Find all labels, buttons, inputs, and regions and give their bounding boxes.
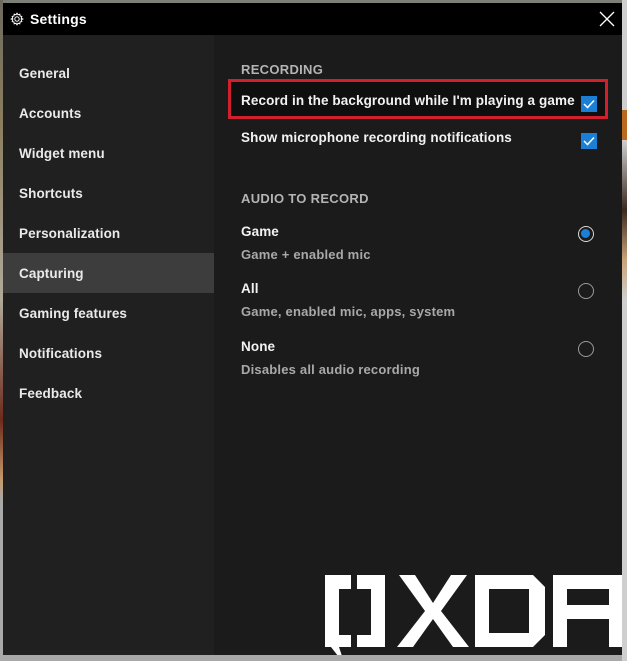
- checkmark-icon: [583, 136, 595, 146]
- sidebar-item-capturing[interactable]: Capturing: [3, 253, 214, 293]
- recording-section-header: RECORDING: [241, 62, 324, 77]
- sidebar-item-shortcuts[interactable]: Shortcuts: [3, 173, 214, 213]
- audio-option-all[interactable]: All Game, enabled mic, apps, system: [241, 281, 601, 319]
- close-button[interactable]: [598, 10, 616, 28]
- audio-none-radio[interactable]: [578, 341, 594, 357]
- sidebar-nav: General Accounts Widget menu Shortcuts P…: [3, 35, 214, 413]
- record-background-checkbox[interactable]: [581, 96, 597, 112]
- capturing-panel: RECORDING Record in the background while…: [214, 35, 622, 655]
- settings-window: Settings General Accounts Widget menu Sh…: [3, 3, 622, 655]
- audio-option-none[interactable]: None Disables all audio recording: [241, 339, 601, 377]
- title-bar: Settings: [3, 3, 622, 35]
- audio-option-title: All: [241, 281, 259, 296]
- record-background-label: Record in the background while I'm playi…: [241, 92, 575, 108]
- window-title: Settings: [30, 11, 87, 27]
- audio-option-title: None: [241, 339, 276, 354]
- sidebar-item-label: General: [19, 65, 70, 81]
- audio-section-header: AUDIO TO RECORD: [241, 191, 369, 206]
- sidebar-item-personalization[interactable]: Personalization: [3, 213, 214, 253]
- sidebar: General Accounts Widget menu Shortcuts P…: [3, 35, 214, 655]
- sidebar-item-notifications[interactable]: Notifications: [3, 333, 214, 373]
- sidebar-item-feedback[interactable]: Feedback: [3, 373, 214, 413]
- record-background-option: Record in the background while I'm playi…: [241, 88, 601, 112]
- audio-option-description: Game, enabled mic, apps, system: [241, 304, 456, 319]
- background-desktop-right: [622, 0, 627, 661]
- checkmark-icon: [583, 99, 595, 109]
- audio-option-description: Game + enabled mic: [241, 247, 371, 262]
- sidebar-item-label: Gaming features: [19, 305, 128, 321]
- xda-watermark-logo: [325, 575, 622, 655]
- mic-notifications-option: Show microphone recording notifications: [241, 125, 601, 149]
- mic-notifications-label: Show microphone recording notifications: [241, 129, 512, 145]
- sidebar-item-label: Notifications: [19, 345, 103, 361]
- sidebar-item-label: Feedback: [19, 385, 83, 401]
- close-icon: [599, 11, 615, 27]
- sidebar-item-label: Shortcuts: [19, 185, 83, 201]
- gear-icon: [10, 12, 24, 26]
- sidebar-item-label: Widget menu: [19, 145, 105, 161]
- audio-option-game[interactable]: Game Game + enabled mic: [241, 224, 601, 262]
- sidebar-item-widget-menu[interactable]: Widget menu: [3, 133, 214, 173]
- audio-option-title: Game: [241, 224, 279, 239]
- audio-option-description: Disables all audio recording: [241, 362, 420, 377]
- sidebar-item-gaming-features[interactable]: Gaming features: [3, 293, 214, 333]
- mic-notifications-checkbox[interactable]: [581, 133, 597, 149]
- audio-game-radio[interactable]: [578, 226, 594, 242]
- sidebar-item-label: Personalization: [19, 225, 121, 241]
- sidebar-item-label: Accounts: [19, 105, 82, 121]
- audio-all-radio[interactable]: [578, 283, 594, 299]
- sidebar-item-label: Capturing: [19, 265, 84, 281]
- sidebar-item-general[interactable]: General: [3, 53, 214, 93]
- sidebar-item-accounts[interactable]: Accounts: [3, 93, 214, 133]
